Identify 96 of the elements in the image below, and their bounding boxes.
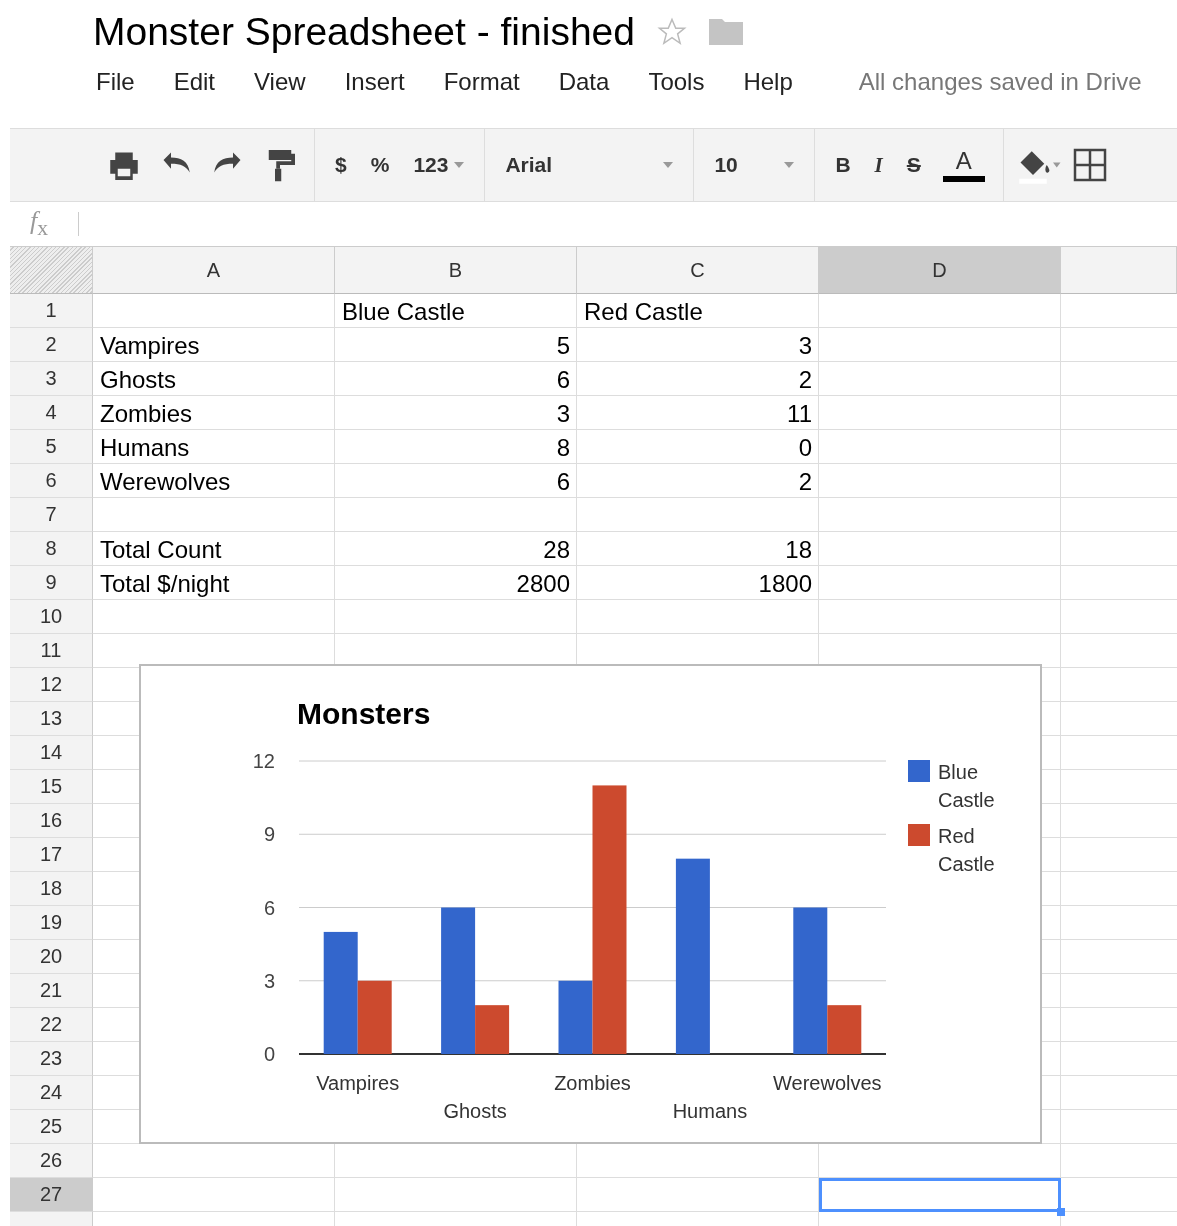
chart-title: Monsters [297,697,431,730]
axis-tick-label: 0 [263,1043,275,1065]
menu-item[interactable]: Data [555,68,613,96]
row-header[interactable]: 19 [10,906,93,940]
table-cell[interactable]: 11 [577,396,819,430]
legend-label: Blue Castle [938,761,995,811]
font-dropdown[interactable]: Arial [493,153,686,177]
menu-item[interactable]: Help [740,68,796,96]
category-label: Humans [672,1100,748,1122]
table-cell[interactable]: Red Castle [577,294,819,328]
row-header[interactable]: 21 [10,974,93,1008]
row-header[interactable]: 24 [10,1076,93,1110]
table-cell[interactable]: 2 [577,464,819,498]
row-header[interactable]: 4 [10,396,93,430]
row-header[interactable]: 23 [10,1042,93,1076]
column-header[interactable] [1061,247,1177,294]
table-cell[interactable]: Total Count [93,532,335,566]
row-header[interactable]: 20 [10,940,93,974]
format-button[interactable]: % [358,153,402,177]
axis-tick-label: 9 [263,823,275,846]
bold-button[interactable]: B [823,153,863,177]
column-header[interactable]: B [335,247,577,294]
category-label: Vampires [316,1072,400,1094]
table-cell[interactable]: 2 [577,362,819,396]
axis-tick-label: 12 [252,750,275,772]
category-label: Zombies [554,1072,631,1094]
chart-panel[interactable]: Monsters 0 3 6 9 12 Vampires Ghosts Zombies Humans Werewolves Blue Castle Red Castle [139,664,1042,1144]
row-header[interactable]: 22 [10,1008,93,1042]
italic-button[interactable]: I [862,152,895,178]
axis-tick-label: 3 [263,969,275,992]
table-cell[interactable]: 28 [335,532,577,566]
number-format-dropdown[interactable]: 123 [401,153,477,177]
row-header[interactable]: 12 [10,668,93,702]
table-cell[interactable]: Vampires [93,328,335,362]
row-header[interactable]: 11 [10,634,93,668]
fill-handle[interactable] [1057,1208,1065,1216]
row-header[interactable]: 16 [10,804,93,838]
table-cell[interactable]: 3 [577,328,819,362]
legend-label: Red Castle [938,825,995,875]
table-cell[interactable]: 2800 [335,566,577,600]
row-header[interactable]: 10 [10,600,93,634]
caret-icon [663,162,674,168]
table-cell[interactable]: Humans [93,430,335,464]
formula-label: f$_{x}$ [30,206,49,242]
row-header[interactable]: 14 [10,736,93,770]
category-label: Werewolves [773,1072,882,1094]
row-header[interactable]: 13 [10,702,93,736]
text-color-button[interactable]: A [932,148,995,182]
row-header[interactable]: 8 [10,532,93,566]
table-cell[interactable]: 5 [335,328,577,362]
menu-item[interactable]: View [251,68,309,96]
row-header[interactable]: 5 [10,430,93,464]
table-cell[interactable]: 6 [335,362,577,396]
row-header[interactable]: 6 [10,464,93,498]
table-cell[interactable]: 1800 [577,566,819,600]
category-label: Ghosts [443,1100,507,1122]
save-status: All changes saved in Drive [858,68,1142,96]
axis-tick-label: 6 [263,896,275,919]
table-cell[interactable]: 3 [335,396,577,430]
menu-item[interactable]: Edit [170,68,219,96]
folder-icon[interactable] [708,19,743,45]
row-header[interactable]: 25 [10,1110,93,1144]
column-header[interactable]: C [577,247,819,294]
row-header[interactable]: 26 [10,1144,93,1178]
caret-icon [784,162,795,168]
row-header[interactable]: 27 [10,1178,93,1212]
row-header[interactable]: 17 [10,838,93,872]
row-header[interactable]: 18 [10,872,93,906]
strikethrough-button[interactable]: S [894,153,933,177]
menu-item[interactable]: Format [440,68,523,96]
row-header[interactable]: 15 [10,770,93,804]
menu-item[interactable]: Insert [341,68,408,96]
row-header[interactable]: 2 [10,328,93,362]
row-header[interactable]: 1 [10,294,93,328]
column-header[interactable]: D [819,247,1061,294]
table-cell[interactable]: Ghosts [93,362,335,396]
column-header[interactable]: A [93,247,335,294]
table-cell[interactable]: 6 [335,464,577,498]
select-all-corner[interactable] [10,247,93,294]
table-cell[interactable]: Werewolves [93,464,335,498]
star-icon[interactable] [656,17,687,47]
font-size-dropdown[interactable]: 10 [702,153,807,177]
table-cell[interactable]: Zombies [93,396,335,430]
table-cell[interactable]: Blue Castle [335,294,577,328]
row-header[interactable]: 7 [10,498,93,532]
table-cell[interactable]: 18 [577,532,819,566]
document-title[interactable]: Monster Spreadsheet - finished [93,10,635,54]
table-cell[interactable]: 0 [577,430,819,464]
menu-item[interactable]: Tools [645,68,708,96]
table-cell[interactable]: Total $/night [93,566,335,600]
menu-item[interactable]: File [93,68,138,96]
caret-icon [454,162,465,168]
table-cell[interactable]: 8 [335,430,577,464]
row-header[interactable]: 9 [10,566,93,600]
row-header[interactable]: 3 [10,362,93,396]
format-button[interactable]: $ [323,153,359,177]
